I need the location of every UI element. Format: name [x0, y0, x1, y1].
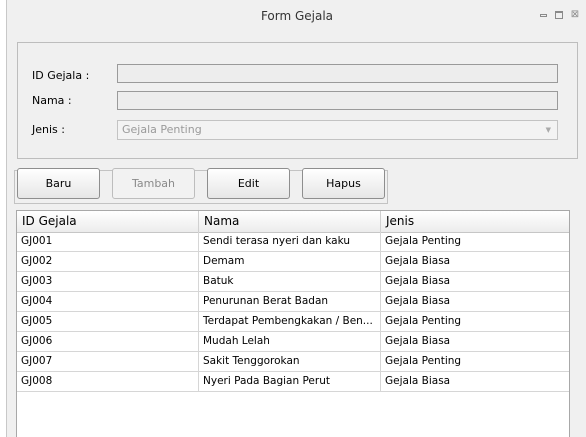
cell-id: GJ001 — [17, 232, 199, 251]
cell-id: GJ006 — [17, 332, 199, 351]
table-row[interactable]: GJ004 Penurunan Berat Badan Gejala Biasa — [17, 292, 569, 312]
column-header-id-gejala[interactable]: ID Gejala — [17, 211, 199, 232]
cell-nama: Nyeri Pada Bagian Perut — [199, 372, 381, 391]
nama-label: Nama : — [32, 94, 72, 107]
maximize-icon[interactable] — [553, 9, 565, 21]
table-row[interactable]: GJ008 Nyeri Pada Bagian Perut Gejala Bia… — [17, 372, 569, 392]
jenis-label: Jenis : — [32, 123, 65, 136]
table-row[interactable]: GJ001 Sendi terasa nyeri dan kaku Gejala… — [17, 232, 569, 252]
close-icon[interactable]: ⊠ — [569, 9, 581, 21]
hapus-button[interactable]: Hapus — [302, 168, 385, 199]
table-row[interactable]: GJ005 Terdapat Pembengkakan / Ben... Gej… — [17, 312, 569, 332]
window-title: Form Gejala — [260, 9, 334, 23]
cell-nama: Mudah Lelah — [199, 332, 381, 351]
id-gejala-field[interactable] — [117, 64, 558, 83]
cell-nama: Sendi terasa nyeri dan kaku — [199, 232, 381, 251]
table-row[interactable]: GJ002 Demam Gejala Biasa — [17, 252, 569, 272]
jenis-select[interactable]: Gejala Penting ▼ — [117, 120, 558, 140]
table-row[interactable]: GJ006 Mudah Lelah Gejala Biasa — [17, 332, 569, 352]
gejala-table[interactable]: ID Gejala Nama Jenis GJ001 Sendi terasa … — [16, 210, 570, 437]
cell-jenis: Gejala Penting — [385, 235, 462, 247]
title-bar: Form Gejala ⊠ — [7, 0, 586, 32]
cell-nama: Terdapat Pembengkakan / Ben... — [199, 312, 381, 331]
cell-id: GJ008 — [17, 372, 199, 391]
cell-nama: Batuk — [199, 272, 381, 291]
form-panel: ID Gejala : Nama : Jenis : Gejala Pentin… — [17, 42, 578, 159]
cell-id: GJ007 — [17, 352, 199, 371]
cell-id: GJ005 — [17, 312, 199, 331]
cell-jenis: Gejala Biasa — [385, 275, 451, 287]
table-header: ID Gejala Nama Jenis — [17, 211, 569, 233]
edit-button[interactable]: Edit — [207, 168, 290, 199]
cell-jenis: Gejala Biasa — [385, 335, 451, 347]
cell-nama: Sakit Tenggorokan — [199, 352, 381, 371]
column-header-nama[interactable]: Nama — [199, 211, 381, 232]
tambah-button[interactable]: Tambah — [112, 168, 195, 199]
cell-id: GJ003 — [17, 272, 199, 291]
cell-id: GJ004 — [17, 292, 199, 311]
table-row[interactable]: GJ003 Batuk Gejala Biasa — [17, 272, 569, 292]
chevron-down-icon[interactable]: ▼ — [546, 121, 551, 139]
jenis-select-value: Gejala Penting — [122, 123, 202, 136]
cell-nama: Penurunan Berat Badan — [199, 292, 381, 311]
cell-jenis: Gejala Penting — [385, 315, 462, 327]
baru-button[interactable]: Baru — [17, 168, 100, 199]
cell-id: GJ002 — [17, 252, 199, 271]
cell-jenis: Gejala Biasa — [385, 295, 451, 307]
nama-field[interactable] — [117, 91, 558, 110]
table-row[interactable]: GJ007 Sakit Tenggorokan Gejala Penting — [17, 352, 569, 372]
minimize-icon[interactable] — [537, 9, 549, 21]
cell-jenis: Gejala Biasa — [385, 375, 451, 387]
id-gejala-label: ID Gejala : — [32, 69, 90, 82]
cell-jenis: Gejala Penting — [385, 355, 462, 367]
cell-jenis: Gejala Biasa — [385, 255, 451, 267]
cell-nama: Demam — [199, 252, 381, 271]
column-header-jenis[interactable]: Jenis — [381, 211, 569, 232]
